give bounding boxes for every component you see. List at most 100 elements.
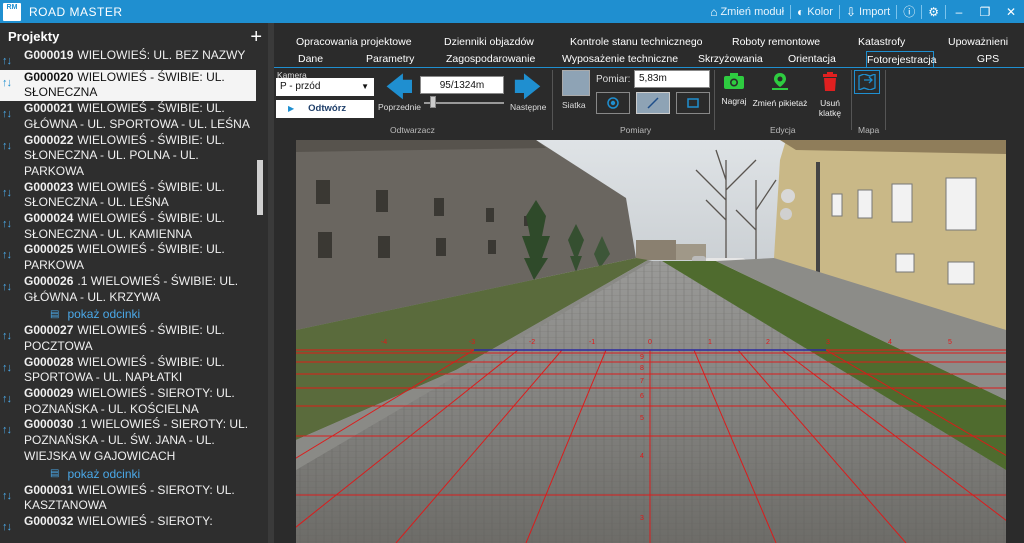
updown-icon[interactable]: ↑↓ bbox=[0, 417, 24, 464]
list-item-selected[interactable]: ↑↓ G000020 WIELOWIEŚ - ŚWIBIE: UL. SŁONEC… bbox=[0, 69, 256, 102]
tab-dzienniki[interactable]: Dzienniki objazdów bbox=[444, 34, 534, 51]
tab-parametry[interactable]: Parametry bbox=[366, 51, 414, 68]
tab-kontrole[interactable]: Kontrole stanu technicznego bbox=[570, 34, 703, 51]
prev-label[interactable]: Poprzednie bbox=[378, 102, 421, 112]
chevron-down-icon: ▼ bbox=[361, 82, 369, 91]
updown-icon[interactable]: ↑↓ bbox=[0, 211, 24, 242]
updown-icon[interactable]: ↑↓ bbox=[0, 323, 24, 354]
position-counter[interactable]: 95/1324m bbox=[420, 76, 504, 94]
tab-dane[interactable]: Dane bbox=[298, 51, 323, 68]
updown-icon[interactable]: ↑↓ bbox=[0, 133, 24, 180]
area-mode-button[interactable] bbox=[676, 92, 710, 114]
list-item[interactable]: ↑↓ G000022 WIELOWIEŚ - ŚWIBIE: UL. SŁONEC… bbox=[0, 133, 256, 180]
change-chainage-button[interactable]: Zmień pikietaż bbox=[752, 72, 808, 108]
road-photo[interactable]: -4 -3 -2 -1 0 1 2 3 4 5 9 8 7 6 5 4 3 bbox=[296, 140, 1006, 543]
updown-icon[interactable]: ↑↓ bbox=[0, 355, 24, 386]
plus-icon[interactable]: + bbox=[250, 27, 262, 47]
updown-icon[interactable]: ↑↓ bbox=[0, 386, 24, 417]
tab-katastrofy[interactable]: Katastrofy bbox=[858, 34, 905, 51]
grid-row-label: 4 bbox=[640, 453, 644, 460]
position-slider[interactable] bbox=[424, 102, 504, 104]
list-item[interactable]: ↑↓ G000030.1 WIELOWIEŚ - SIEROTY: UL. PO… bbox=[0, 417, 256, 464]
tab-fotorejestracja[interactable]: Fotorejestracja bbox=[866, 51, 936, 68]
list-item[interactable]: ↑↓ G000021 WIELOWIEŚ - ŚWIBIE: UL. GŁÓWNA… bbox=[0, 101, 256, 132]
tab-orientacja[interactable]: Orientacja bbox=[788, 51, 836, 68]
settings-button[interactable]: ⚙ bbox=[922, 0, 945, 23]
grid-top-label: -2 bbox=[529, 339, 535, 346]
list-item[interactable]: ↑↓ G000031 WIELOWIEŚ - SIEROTY: UL. KASZT… bbox=[0, 483, 256, 514]
grid-row-label: 5 bbox=[640, 415, 644, 422]
next-label[interactable]: Następne bbox=[510, 102, 546, 112]
line-mode-button[interactable] bbox=[636, 92, 670, 114]
list-item[interactable]: ↑↓ G000019 WIELOWIEŚ: UL. BEZ NAZWY bbox=[0, 48, 256, 70]
tab-skrzyzowania[interactable]: Skrzyżowania bbox=[698, 51, 763, 68]
import-button[interactable]: ⇩ Import bbox=[840, 0, 896, 23]
camera-icon bbox=[718, 72, 750, 96]
tab-zagospodarowanie[interactable]: Zagospodarowanie bbox=[446, 51, 535, 68]
line-icon bbox=[647, 97, 659, 109]
grid-top-label: 4 bbox=[888, 339, 892, 346]
tab-roboty[interactable]: Roboty remontowe bbox=[732, 34, 820, 51]
show-segments-link[interactable]: ▤ pokaż odcinki bbox=[0, 305, 256, 323]
updown-icon[interactable]: ↑↓ bbox=[0, 180, 24, 211]
updown-icon[interactable]: ↑↓ bbox=[0, 101, 24, 132]
measure-group-label: Pomiary bbox=[620, 125, 652, 135]
color-button[interactable]: ◐ Kolor bbox=[791, 0, 839, 23]
grid-toggle-button[interactable] bbox=[562, 70, 590, 96]
gear-icon: ⚙ bbox=[928, 4, 939, 19]
list-item[interactable]: ↑↓ G000029 WIELOWIEŚ - SIEROTY: UL. POZNA… bbox=[0, 386, 256, 417]
segments-icon: ▤ bbox=[50, 308, 60, 320]
ribbon: Kamera P - przód ▼ ▶ Odtwórz 🡄 Poprzednie… bbox=[274, 68, 1024, 135]
updown-icon[interactable]: ↑↓ bbox=[0, 48, 24, 70]
camera-select[interactable]: P - przód ▼ bbox=[276, 78, 374, 96]
edit-group-label: Edycja bbox=[770, 125, 796, 135]
list-item[interactable]: ↑↓ G000026.1 WIELOWIEŚ - ŚWIBIE: UL. GŁÓ… bbox=[0, 274, 256, 305]
slider-knob[interactable] bbox=[430, 96, 436, 108]
main-area: Opracowania projektowe Dzienniki objazdó… bbox=[274, 23, 1024, 543]
grid-top-label: 0 bbox=[648, 339, 652, 346]
show-segments-link[interactable]: ▤ pokaż odcinki bbox=[0, 465, 256, 483]
tab-gps[interactable]: GPS bbox=[976, 51, 1000, 68]
map-button[interactable] bbox=[854, 70, 880, 94]
list-item[interactable]: ↑↓ G000024 WIELOWIEŚ - ŚWIBIE: UL. SŁONEC… bbox=[0, 211, 256, 242]
tab-opracowania[interactable]: Opracowania projektowe bbox=[296, 34, 412, 51]
point-mode-button[interactable] bbox=[596, 92, 630, 114]
tabs-row-1: Opracowania projektowe Dzienniki objazdó… bbox=[274, 34, 1024, 51]
updown-icon[interactable]: ↑↓ bbox=[0, 242, 24, 273]
grid-row-label: 8 bbox=[640, 365, 644, 372]
projects-title: Projekty bbox=[8, 29, 60, 44]
segments-icon: ▤ bbox=[50, 468, 60, 480]
list-item[interactable]: ↑↓ G000023 WIELOWIEŚ - ŚWIBIE: UL. SŁONEC… bbox=[0, 180, 256, 211]
updown-icon[interactable]: ↑↓ bbox=[0, 274, 24, 305]
minimize-icon[interactable]: – bbox=[946, 5, 972, 19]
pin-icon bbox=[752, 72, 808, 98]
tab-wyposazenie[interactable]: Wyposażenie techniczne bbox=[562, 51, 678, 68]
grid-top-label: 2 bbox=[766, 339, 770, 346]
restore-icon[interactable]: ❐ bbox=[972, 5, 998, 19]
tab-upowaznieni[interactable]: Upoważnieni bbox=[948, 34, 1008, 51]
target-icon bbox=[607, 97, 619, 109]
arrow-right-icon[interactable]: 🡆 bbox=[514, 74, 541, 100]
info-button[interactable]: ⓘ bbox=[897, 0, 921, 23]
home-icon: ⌂ bbox=[710, 4, 718, 19]
projects-list: ↑↓ G000019 WIELOWIEŚ: UL. BEZ NAZWY ↑↓ G0… bbox=[0, 48, 256, 536]
close-icon[interactable]: ✕ bbox=[998, 5, 1024, 19]
delete-frame-button[interactable]: Usuń klatkę bbox=[808, 72, 852, 118]
rectangle-icon bbox=[687, 98, 699, 108]
updown-icon[interactable]: ↑↓ bbox=[0, 483, 24, 514]
updown-icon[interactable]: ↑↓ bbox=[0, 514, 24, 536]
projects-scrollbar[interactable] bbox=[256, 50, 264, 543]
list-item[interactable]: ↑↓ G000028 WIELOWIEŚ - ŚWIBIE: UL. SPORTO… bbox=[0, 355, 256, 386]
list-item[interactable]: ↑↓ G000032 WIELOWIEŚ - SIEROTY: bbox=[0, 514, 256, 536]
scrollbar-thumb[interactable] bbox=[257, 160, 263, 215]
arrow-left-icon[interactable]: 🡄 bbox=[386, 74, 413, 100]
map-icon bbox=[858, 74, 876, 90]
measure-value-field[interactable]: 5,83m bbox=[634, 70, 710, 88]
record-button[interactable]: Nagraj bbox=[718, 72, 750, 106]
list-item[interactable]: ↑↓ G000025 WIELOWIEŚ - ŚWIBIE: UL. PARKOW… bbox=[0, 242, 256, 273]
play-button[interactable]: ▶ Odtwórz bbox=[276, 100, 374, 118]
change-module-button[interactable]: ⌂ Zmień moduł bbox=[704, 0, 790, 23]
updown-icon[interactable]: ↑↓ bbox=[0, 70, 24, 101]
list-item[interactable]: ↑↓ G000027 WIELOWIEŚ - ŚWIBIE: UL. POCZTO… bbox=[0, 323, 256, 354]
app-logo: RM bbox=[3, 2, 21, 21]
